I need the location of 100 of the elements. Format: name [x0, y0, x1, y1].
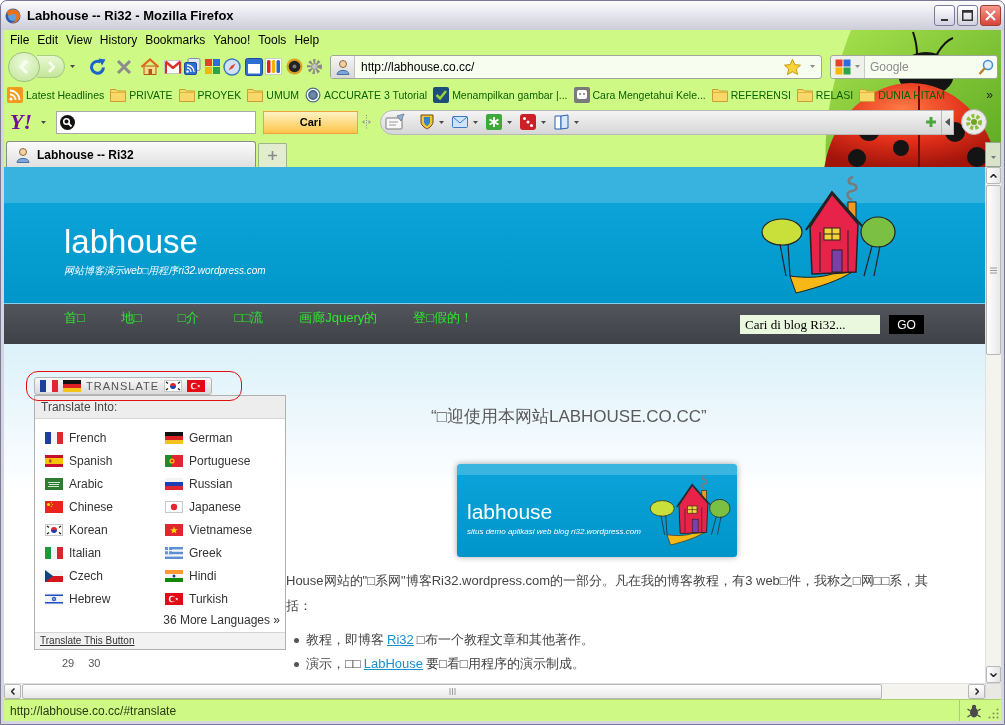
scroll-right-button[interactable]: [968, 684, 985, 699]
dropdown-caret-icon[interactable]: [990, 156, 996, 159]
asterisk-icon[interactable]: [486, 114, 502, 130]
scroll-up-button[interactable]: [986, 167, 1001, 184]
nav-link[interactable]: 地□: [120, 310, 142, 326]
language-link[interactable]: Chinese: [45, 495, 165, 518]
search-engine-icon[interactable]: [835, 58, 851, 75]
language-link[interactable]: Portuguese: [165, 449, 285, 472]
menu-item[interactable]: Edit: [33, 32, 63, 48]
search-bar[interactable]: Google: [830, 54, 998, 79]
close-button[interactable]: [980, 5, 1001, 26]
language-link[interactable]: Hindi: [165, 564, 285, 587]
language-link[interactable]: Spanish: [45, 449, 165, 472]
language-link[interactable]: Italian: [45, 541, 165, 564]
dropdown-caret-icon[interactable]: [574, 120, 579, 124]
lens-icon[interactable]: [286, 58, 303, 75]
bookmark-item[interactable]: PRIVATE: [110, 87, 173, 103]
search-button[interactable]: GO: [889, 315, 924, 334]
url-input[interactable]: http://labhouse.co.cc/: [361, 57, 784, 76]
language-link[interactable]: Arabic: [45, 472, 165, 495]
dropdown-caret-icon[interactable]: [810, 65, 815, 68]
menu-item[interactable]: Tools: [254, 32, 291, 48]
language-link[interactable]: Greek: [165, 541, 285, 564]
horizontal-scrollbar[interactable]: [4, 683, 985, 699]
home-icon[interactable]: [141, 58, 159, 75]
scroll-left-button[interactable]: [4, 684, 21, 699]
scrollbar-thumb[interactable]: [986, 185, 1001, 355]
mail-icon[interactable]: [164, 58, 182, 75]
scroll-toolbar-button[interactable]: [942, 109, 954, 135]
toolbar-search-field[interactable]: [56, 110, 256, 134]
nav-link[interactable]: 登□假的！: [413, 310, 474, 326]
search-icon[interactable]: [978, 58, 994, 75]
bookmark-item[interactable]: Menampilkan gambar |...: [433, 87, 568, 103]
striped-tile-icon[interactable]: [265, 58, 282, 75]
menu-item[interactable]: Yahoo!: [209, 32, 255, 48]
envelope-icon[interactable]: [452, 114, 468, 130]
dropdown-caret-icon[interactable]: [70, 65, 75, 68]
gear-icon[interactable]: [961, 109, 987, 135]
vertical-scrollbar[interactable]: [985, 167, 1001, 683]
bookmark-item[interactable]: PROYEK: [178, 87, 242, 103]
menu-item[interactable]: History: [95, 32, 142, 48]
dice-icon[interactable]: [520, 114, 536, 130]
feed-icon[interactable]: [184, 58, 201, 75]
language-link[interactable]: German: [165, 426, 285, 449]
bug-icon[interactable]: [966, 702, 982, 719]
resize-grip-icon[interactable]: [988, 708, 999, 719]
menu-item[interactable]: File: [6, 32, 34, 48]
address-bar[interactable]: http://labhouse.co.cc/: [330, 54, 822, 79]
dropdown-caret-icon[interactable]: [439, 120, 444, 124]
minimize-button[interactable]: [934, 5, 955, 26]
dropdown-caret-icon[interactable]: [507, 120, 512, 124]
plus-icon[interactable]: [925, 116, 937, 128]
dropdown-caret-icon[interactable]: [541, 120, 546, 124]
language-link[interactable]: Korean: [45, 518, 165, 541]
scrollbar-thumb[interactable]: [22, 684, 882, 699]
bookmark-item[interactable]: ACCURATE 3 Tutorial: [305, 87, 428, 103]
nav-link[interactable]: □□流: [234, 310, 264, 326]
search-input[interactable]: Google: [870, 57, 978, 76]
language-link[interactable]: Vietnamese: [165, 518, 285, 541]
search-field[interactable]: Cari di blog Ri32...: [740, 315, 880, 334]
search-button[interactable]: Cari: [263, 110, 358, 134]
bookmark-item[interactable]: REFERENSI: [711, 87, 791, 103]
nav-link[interactable]: 画廊Jquery的: [299, 310, 378, 326]
russia-flag-icon: [165, 477, 183, 490]
dropdown-caret-icon[interactable]: [473, 120, 478, 124]
language-link[interactable]: French: [45, 426, 165, 449]
compass-icon[interactable]: [223, 57, 241, 76]
bookmark-item[interactable]: UMUM: [247, 87, 300, 103]
bookmark-star-icon[interactable]: [784, 58, 801, 75]
language-link[interactable]: Turkish: [165, 587, 285, 610]
toolbar-logo[interactable]: Y!: [10, 110, 32, 134]
language-link[interactable]: Japanese: [165, 495, 285, 518]
notepad-icon[interactable]: [384, 113, 406, 131]
nav-link[interactable]: 首□: [64, 310, 85, 326]
maximize-button[interactable]: [957, 5, 978, 26]
more-languages-link[interactable]: 36 More Languages »: [163, 611, 280, 629]
bookmark-item[interactable]: RELASI: [796, 87, 854, 103]
more-bookmarks-button[interactable]: »: [986, 88, 993, 102]
menu-item[interactable]: Help: [290, 32, 324, 48]
reload-icon[interactable]: [89, 57, 107, 76]
scroll-down-button[interactable]: [986, 666, 1001, 683]
new-tab-button[interactable]: [258, 143, 287, 167]
shield-icon[interactable]: [420, 114, 434, 130]
language-link[interactable]: Russian: [165, 472, 285, 495]
bookmark-item[interactable]: Cara Mengetahui Kele...: [573, 87, 706, 103]
text-link[interactable]: Ri32: [384, 632, 417, 647]
text-link[interactable]: LabHouse: [360, 656, 426, 671]
menu-item[interactable]: Bookmarks: [141, 32, 210, 48]
dropdown-caret-icon[interactable]: [41, 120, 46, 124]
calendar-icon[interactable]: [245, 57, 263, 76]
stop-icon[interactable]: [116, 58, 132, 75]
bookmark-item[interactable]: Latest Headlines: [7, 87, 105, 103]
translate-button[interactable]: TRANSLATE: [34, 377, 212, 395]
book-icon[interactable]: [554, 114, 569, 130]
nav-link[interactable]: □介: [177, 310, 199, 326]
menu-item[interactable]: View: [62, 32, 96, 48]
four-squares-icon[interactable]: [204, 58, 221, 75]
language-link[interactable]: Czech: [45, 564, 165, 587]
browser-tab[interactable]: Labhouse -- Ri32: [6, 141, 256, 167]
language-link[interactable]: Hebrew: [45, 587, 165, 610]
